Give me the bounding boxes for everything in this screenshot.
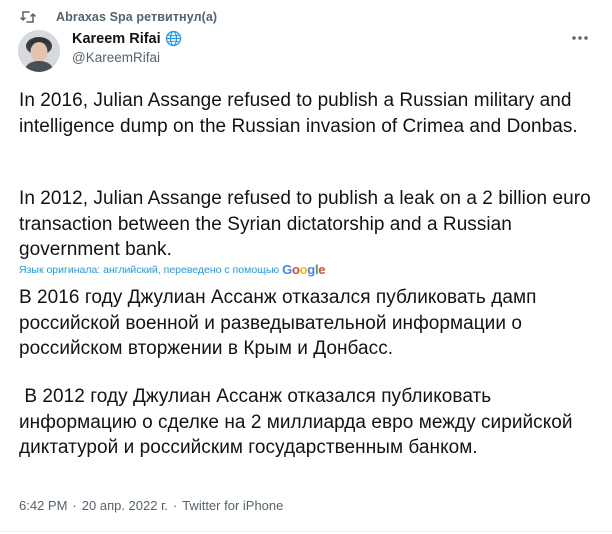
translated-text-paragraph: В 2016 году Джулиан Ассанж отказался пуб… [19, 287, 542, 359]
avatar[interactable] [18, 30, 60, 72]
meta-separator: · [172, 498, 178, 513]
more-options-button[interactable] [568, 28, 592, 48]
tweet-date[interactable]: 20 апр. 2022 г. [82, 498, 168, 513]
translation-attribution[interactable]: Язык оригинала: английский, переведено с… [19, 262, 326, 277]
retweet-icon [20, 10, 36, 24]
tweet-source[interactable]: Twitter for iPhone [182, 498, 283, 513]
tweet-metadata: 6:42 PM · 20 апр. 2022 г. · Twitter for … [19, 498, 283, 513]
globe-icon [165, 30, 182, 47]
retweet-context: Abraxas Spa ретвитнул(а) [20, 8, 217, 26]
meta-separator: · [72, 498, 77, 513]
author-handle[interactable]: @KareemRifai [72, 50, 160, 65]
divider [0, 531, 612, 532]
translation-note: Язык оригинала: английский, переведено с… [19, 263, 280, 276]
tweet-time[interactable]: 6:42 PM [19, 498, 67, 513]
translated-text-paragraph: В 2012 году Джулиан Ассанж отказался пуб… [19, 386, 578, 458]
retweet-label[interactable]: Abraxas Spa ретвитнул(а) [56, 10, 217, 24]
tweet-text-paragraph: In 2012, Julian Assange refused to publi… [19, 188, 597, 260]
tweet[interactable]: Abraxas Spa ретвитнул(а) Kareem Rifai @K… [0, 0, 612, 534]
google-logo: Google [282, 262, 326, 277]
author-name[interactable]: Kareem Rifai [72, 31, 161, 47]
more-horizontal-icon [572, 36, 588, 40]
tweet-text-paragraph: In 2016, Julian Assange refused to publi… [19, 90, 578, 137]
author-name-row[interactable]: Kareem Rifai [72, 30, 182, 47]
